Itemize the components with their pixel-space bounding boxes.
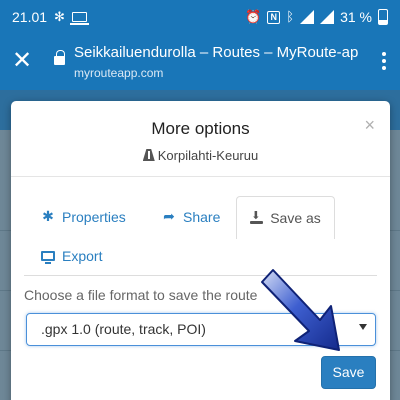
close-icon[interactable]: ✕ — [12, 48, 32, 74]
status-right: ⏰ N ᛒ 31 % — [245, 9, 388, 25]
tab-export-label: Export — [62, 248, 103, 264]
road-icon — [142, 149, 155, 161]
tab-share[interactable]: ➦ Share — [162, 208, 220, 225]
dialog-title: More options — [151, 119, 250, 138]
format-help-text: Choose a file format to save the route — [24, 287, 258, 303]
route-name-text: Korpilahti-Keuruu — [157, 148, 259, 163]
more-options-dialog: × More options Korpilahti-Keuruu ✱ Prope… — [11, 101, 390, 400]
status-time: 21.01 — [12, 9, 48, 25]
chevron-down-icon — [359, 324, 367, 330]
tab-share-label: Share — [183, 208, 221, 225]
signal-icon — [320, 10, 335, 24]
page-url[interactable]: myrouteapp.com — [74, 66, 163, 80]
route-name: Korpilahti-Keuruu — [11, 148, 390, 163]
file-format-select[interactable]: .gpx 1.0 (route, track, POI) — [26, 313, 376, 346]
laptop-icon — [69, 12, 89, 25]
tab-properties[interactable]: ✱ Properties — [41, 208, 126, 225]
tab-save-as[interactable]: Save as — [236, 196, 335, 239]
tab-export[interactable]: Export — [41, 248, 102, 264]
dialog-header-divider — [11, 176, 390, 177]
share-icon: ➦ — [163, 208, 175, 224]
status-bar: 21.01 ✻ ⏰ N ᛒ 31 % — [0, 0, 400, 34]
battery-icon — [378, 9, 388, 25]
page-title: Seikkailuendurolla – Routes – MyRoute-ap… — [74, 44, 359, 61]
nfc-icon: N — [267, 10, 281, 24]
tabs-divider — [24, 275, 377, 276]
tab-properties-label: Properties — [62, 208, 126, 225]
alarm-icon: ⏰ — [245, 9, 262, 24]
fan-icon: ✻ — [54, 9, 65, 24]
download-icon — [250, 209, 264, 224]
lock-icon — [54, 50, 65, 65]
asterisk-icon: ✱ — [42, 208, 54, 224]
monitor-icon — [41, 251, 55, 264]
save-button[interactable]: Save — [321, 356, 376, 389]
battery-percent: 31 % — [340, 9, 372, 25]
file-format-selected: .gpx 1.0 (route, track, POI) — [41, 321, 206, 337]
status-left: 21.01 ✻ — [12, 9, 89, 25]
wifi-icon — [300, 10, 315, 24]
tab-save-as-label: Save as — [270, 210, 321, 226]
kebab-menu-icon[interactable] — [382, 52, 386, 70]
browser-toolbar: ✕ Seikkailuendurolla – Routes – MyRoute-… — [0, 34, 400, 90]
bluetooth-icon: ᛒ — [286, 9, 295, 24]
